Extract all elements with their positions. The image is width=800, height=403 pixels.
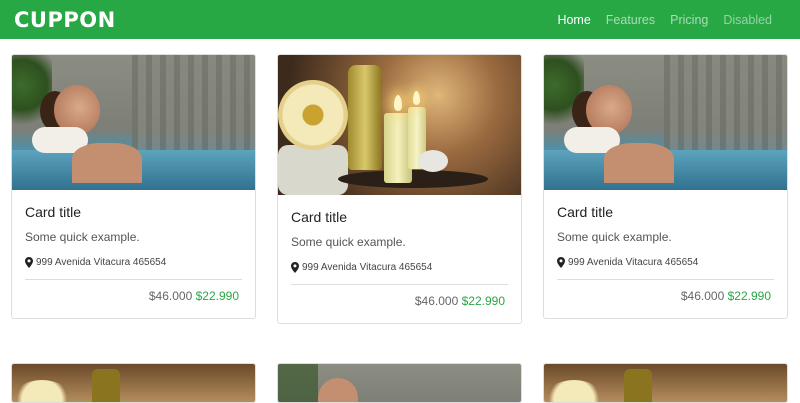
card-address: 999 Avenida Vitacura 465654	[25, 257, 242, 280]
card-image-spa-pool[interactable]	[12, 55, 255, 190]
new-price: $22.990	[461, 294, 505, 308]
new-price: $22.990	[195, 289, 239, 303]
card-image-spa-candles[interactable]	[544, 364, 787, 402]
address-text: 999 Avenida Vitacura 465654	[302, 262, 433, 273]
deal-card[interactable]: Card title Some quick example. 999 Aveni…	[543, 54, 788, 319]
card-title: Card title	[557, 204, 614, 220]
deal-card[interactable]	[277, 363, 522, 403]
address-text: 999 Avenida Vitacura 465654	[568, 257, 699, 268]
old-price: $46.000	[148, 289, 193, 303]
card-text: Some quick example.	[291, 235, 406, 249]
card-price: $46.000 $22.990	[12, 280, 255, 318]
deal-card[interactable]: Card title Some quick example. 999 Aveni…	[11, 54, 256, 319]
nav-link-features[interactable]: Features	[606, 13, 655, 27]
nav-link-home[interactable]: Home	[557, 13, 590, 27]
card-text: Some quick example.	[25, 230, 140, 244]
card-body: Card title Some quick example. 999 Aveni…	[544, 190, 787, 280]
card-body: Card title Some quick example. 999 Aveni…	[278, 195, 521, 285]
old-price: $46.000	[680, 289, 725, 303]
card-body: Card title Some quick example. 999 Aveni…	[12, 190, 255, 280]
brand-logo[interactable]: CUPPON	[14, 8, 116, 32]
map-marker-icon	[291, 262, 299, 273]
card-price: $46.000 $22.990	[278, 285, 521, 323]
map-marker-icon	[25, 257, 33, 268]
old-price: $46.000	[414, 294, 459, 308]
deal-card[interactable]	[11, 363, 256, 403]
card-image-spa-candles[interactable]	[278, 55, 521, 195]
map-marker-icon	[557, 257, 565, 268]
nav-links: Home Features Pricing Disabled	[557, 13, 772, 27]
card-address: 999 Avenida Vitacura 465654	[291, 262, 508, 285]
nav-link-pricing[interactable]: Pricing	[670, 13, 708, 27]
card-image-spa-pool[interactable]	[278, 364, 521, 402]
card-title: Card title	[25, 204, 82, 220]
card-image-spa-pool[interactable]	[544, 55, 787, 190]
card-address: 999 Avenida Vitacura 465654	[557, 257, 774, 280]
nav-link-disabled: Disabled	[723, 12, 772, 27]
address-text: 999 Avenida Vitacura 465654	[36, 257, 167, 268]
deal-card[interactable]: Card title Some quick example. 999 Aveni…	[277, 54, 522, 324]
card-title: Card title	[291, 209, 348, 225]
card-image-spa-candles[interactable]	[12, 364, 255, 402]
deal-card[interactable]	[543, 363, 788, 403]
navbar: CUPPON Home Features Pricing Disabled	[0, 0, 800, 39]
new-price: $22.990	[727, 289, 771, 303]
card-text: Some quick example.	[557, 230, 672, 244]
card-price: $46.000 $22.990	[544, 280, 787, 318]
